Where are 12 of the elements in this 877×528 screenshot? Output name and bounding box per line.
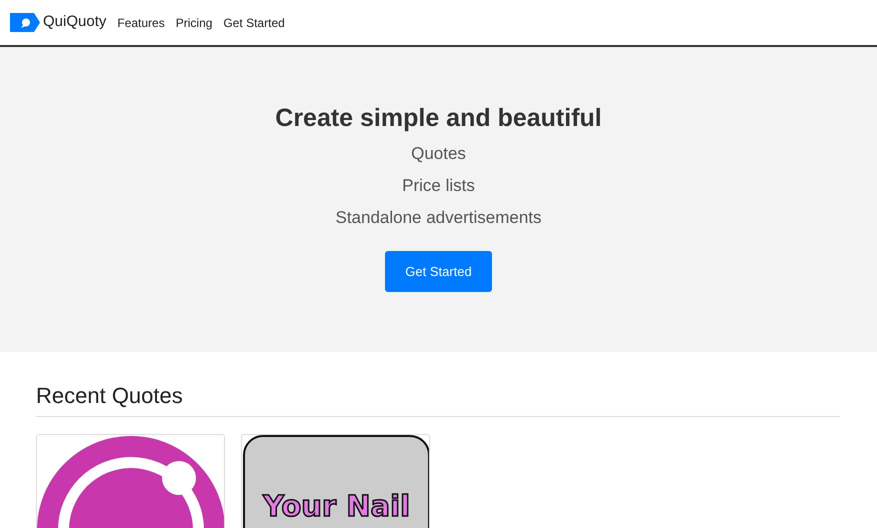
sign-text: Your Nail [262, 491, 410, 521]
nav-link[interactable]: Pricing [176, 14, 212, 32]
logo-icon [10, 13, 40, 32]
hero-item: Price lists [402, 175, 475, 197]
hero-item: Quotes [411, 143, 466, 165]
hero-title: Create simple and beautiful [275, 103, 602, 133]
brand-link[interactable]: QuiQuoty [43, 11, 106, 34]
get-started-button[interactable]: Get Started [385, 251, 492, 292]
nav-link[interactable]: Features [117, 14, 165, 32]
hero-item: Standalone advertisements [335, 207, 542, 229]
section-heading: Recent Quotes [36, 382, 840, 417]
nav-link[interactable]: Get Started [223, 14, 285, 32]
